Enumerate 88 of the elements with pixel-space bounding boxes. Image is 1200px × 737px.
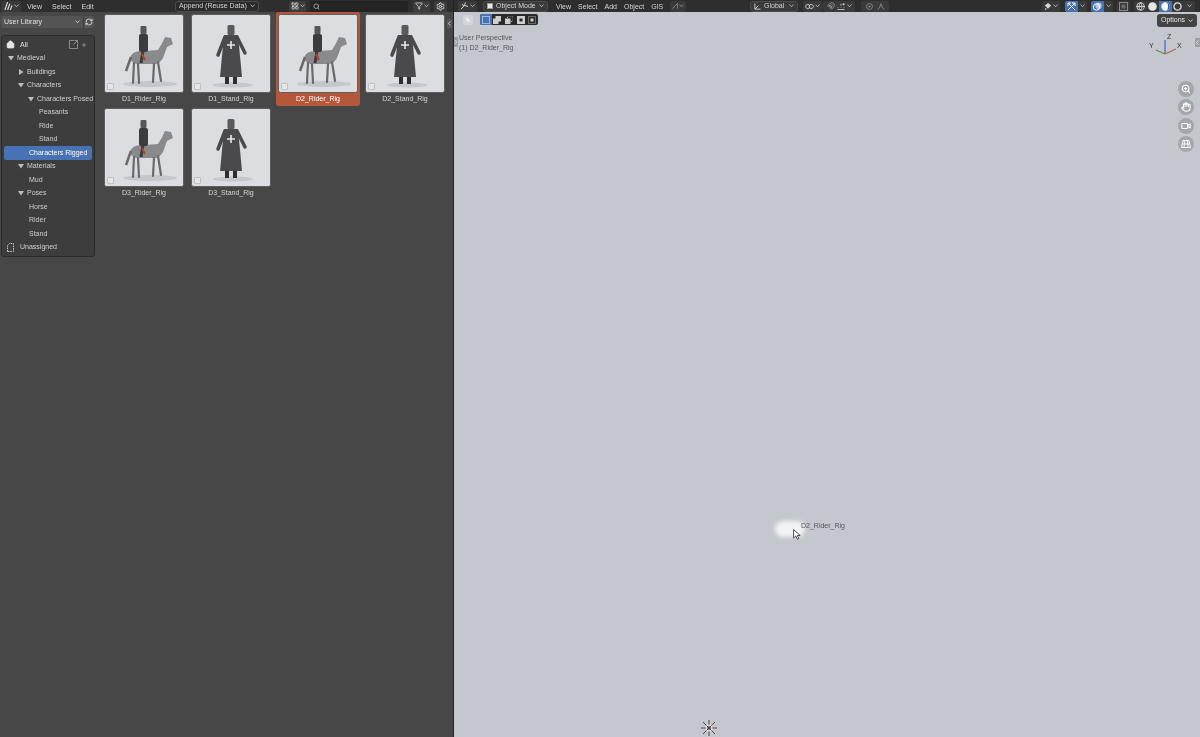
search-icon: [313, 2, 320, 10]
select-mode-button[interactable]: [503, 14, 515, 25]
move-arrows-icon: [1067, 1, 1076, 11]
square-arrow-icon[interactable]: [69, 40, 78, 50]
side-tab-arrow-icon[interactable]: [447, 19, 452, 28]
dotted-grid-icon[interactable]: [836, 2, 845, 10]
starburst-icon: [700, 719, 718, 737]
tilted-cube-icon: [1044, 2, 1052, 10]
select-mode-button[interactable]: [491, 14, 504, 25]
triangle-down-icon[interactable]: [18, 190, 24, 197]
search-field[interactable]: [310, 0, 408, 12]
filter-icon: [414, 2, 423, 10]
caret-icon: [679, 4, 685, 8]
toggle-dropdown[interactable]: [1104, 0, 1113, 12]
shading-mode-button[interactable]: [1134, 0, 1147, 12]
caret-icon: [250, 4, 255, 8]
caret-icon: [815, 4, 820, 8]
refresh-icon: [85, 18, 93, 26]
mouse-pointer-icon: [793, 529, 801, 540]
select-mode-button[interactable]: [514, 14, 527, 25]
triangle-down-icon[interactable]: [18, 163, 24, 170]
hand-icon: [1181, 102, 1191, 113]
axes-icon: [460, 2, 469, 10]
magnet-icon[interactable]: [826, 2, 835, 10]
editor-type-button[interactable]: [1, 0, 21, 12]
display-mode-button[interactable]: [289, 0, 306, 12]
settings-button[interactable]: [434, 0, 447, 12]
caret-icon: [1053, 4, 1058, 8]
object-types-dropdown[interactable]: [1042, 0, 1060, 12]
caret-icon: [75, 20, 80, 24]
asset-checkbox[interactable]: [194, 83, 201, 90]
caret-icon: [846, 4, 852, 8]
wireframe-globe-icon: [1135, 1, 1145, 11]
corner-icon: [672, 3, 679, 9]
pointer-icon: [465, 16, 471, 23]
overlapping-squares-icon: [493, 15, 502, 24]
perspective-grid-icon: [1181, 139, 1191, 148]
dashed-file-icon: [7, 242, 14, 252]
asset-checkbox[interactable]: [368, 83, 375, 90]
caret-icon: [470, 4, 475, 8]
linked-circles-icon: [805, 2, 814, 10]
caret-icon: [1187, 4, 1192, 8]
gizmo-toggle[interactable]: [1065, 0, 1078, 12]
grid-icon: [290, 2, 299, 10]
shading-mode-button[interactable]: [1159, 0, 1172, 12]
overlapping-circles-icon: [1093, 1, 1102, 11]
caret-icon: [423, 4, 429, 8]
refresh-button[interactable]: [83, 16, 94, 28]
caret-icon: [299, 4, 305, 8]
asset-checkbox[interactable]: [107, 83, 114, 90]
shading-mode-button[interactable]: [1171, 0, 1184, 12]
transform-dropdown[interactable]: [670, 0, 687, 12]
intersect-squares-icon: [528, 15, 537, 24]
xray-toggle[interactable]: [1117, 0, 1130, 12]
zoom-icon: [1181, 84, 1191, 94]
caret-icon: [13, 4, 19, 8]
caret-icon: [1106, 4, 1111, 8]
triangle-down-icon[interactable]: [28, 95, 34, 102]
video-camera-icon: [1181, 120, 1191, 131]
asset-checkbox[interactable]: [194, 177, 201, 184]
toggle-dropdown[interactable]: [1078, 0, 1087, 12]
caret-icon: [1080, 4, 1085, 8]
slanted-bars-icon: [3, 2, 13, 10]
editor-type-button[interactable]: [458, 0, 477, 12]
asset-checkbox[interactable]: [281, 83, 288, 90]
caret-icon: [789, 4, 794, 8]
ring-sphere-icon: [1173, 1, 1183, 11]
shading-dropdown[interactable]: [1184, 0, 1195, 12]
layered-squares-icon: [1119, 1, 1128, 11]
half-shaded-sphere-icon: [1160, 1, 1170, 11]
pivot-dropdown[interactable]: [803, 0, 822, 12]
overlays-toggle[interactable]: [1091, 0, 1104, 12]
caret-icon: [1188, 18, 1193, 23]
select-mode-button[interactable]: [526, 14, 538, 25]
shading-mode-button[interactable]: [1146, 0, 1159, 12]
triangle-down-icon[interactable]: [18, 82, 24, 89]
settings-icon: [436, 1, 445, 11]
triangle-down-icon[interactable]: [8, 55, 14, 62]
falloff-curve-icon[interactable]: [876, 2, 885, 10]
home-icon: [6, 40, 15, 50]
caret-icon: [539, 4, 544, 8]
solid-sphere-icon: [1148, 1, 1158, 11]
filter-button[interactable]: [413, 0, 430, 12]
asset-checkbox[interactable]: [107, 177, 114, 184]
cutout-squares-icon: [505, 15, 513, 24]
dotted-square-icon: [481, 15, 490, 24]
triangle-right-icon[interactable]: [18, 68, 24, 75]
axes-icon: [754, 2, 761, 10]
